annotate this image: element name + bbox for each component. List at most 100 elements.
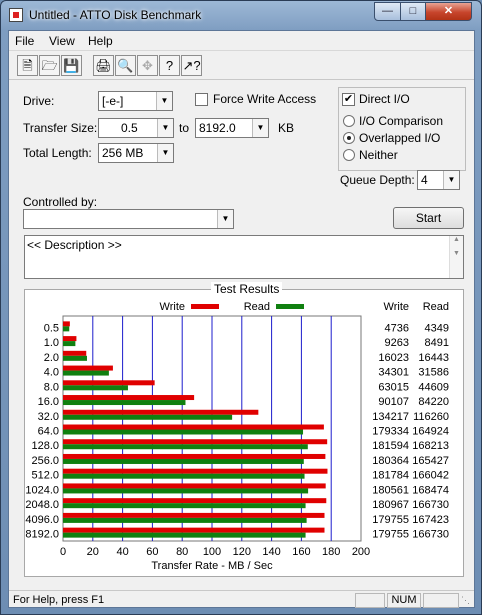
x-tick-label: 40: [116, 546, 128, 558]
write-bar: [63, 380, 155, 386]
write-value: 181784: [372, 470, 409, 482]
status-help-text: For Help, press F1: [13, 594, 105, 606]
read-bar: [63, 429, 304, 435]
overlapped-io-label: Overlapped I/O: [359, 131, 441, 145]
close-button[interactable]: ✕: [425, 2, 472, 21]
read-value: 165427: [412, 455, 449, 467]
transfer-from-select[interactable]: 0.5 ▼: [98, 118, 174, 138]
x-tick-label: 180: [322, 546, 340, 558]
help-icon[interactable]: ?: [159, 55, 180, 76]
client-area: File View Help 🗎 🗁 💾 🖨 🔍 ✥ ? ↗? Drive: […: [8, 30, 475, 608]
minimize-button[interactable]: —: [374, 2, 401, 21]
read-bar: [63, 355, 87, 361]
x-tick-label: 120: [233, 546, 251, 558]
read-value: 116260: [413, 411, 449, 423]
maximize-button[interactable]: □: [400, 2, 426, 21]
write-value: 34301: [378, 367, 409, 379]
queue-depth-select[interactable]: 4 ▼: [417, 170, 460, 190]
direct-io-checkbox[interactable]: ✔: [342, 93, 355, 106]
read-bar: [63, 326, 70, 332]
x-tick-label: 20: [87, 546, 99, 558]
test-results-panel: Test Results 0 20 40 60 80 100 120 140 160 180 200…: [24, 282, 464, 577]
new-icon[interactable]: 🗎: [17, 55, 38, 76]
chevron-down-icon: ▼: [443, 171, 459, 189]
read-bar: [63, 444, 308, 450]
io-comparison-label: I/O Comparison: [359, 114, 444, 128]
status-num: NUM: [387, 593, 421, 608]
y-tick-label: 4096.0: [25, 514, 59, 526]
read-bar: [63, 458, 304, 464]
chevron-down-icon: ▼: [157, 144, 173, 162]
controlled-by-select[interactable]: ▼: [23, 209, 234, 229]
print-icon[interactable]: 🖨: [93, 55, 114, 76]
x-tick-label: 100: [203, 546, 221, 558]
kb-label: KB: [278, 121, 295, 135]
write-value: 179334: [372, 426, 409, 438]
read-bar: [63, 414, 233, 420]
queue-depth-label: Queue Depth:: [340, 173, 415, 187]
start-button[interactable]: Start: [393, 207, 464, 229]
legend-read-label: Read: [244, 301, 270, 313]
io-comparison-radio[interactable]: [343, 115, 355, 127]
read-bar: [63, 488, 309, 494]
title-bar[interactable]: Untitled - ATTO Disk Benchmark — □ ✕: [1, 1, 481, 30]
write-value: 179755: [372, 529, 409, 541]
write-bar: [63, 483, 326, 489]
transfer-to-select[interactable]: 8192.0 ▼: [195, 118, 269, 138]
x-tick-label: 200: [352, 546, 370, 558]
y-tick-label: 1.0: [44, 337, 59, 349]
write-bar: [63, 527, 325, 533]
y-tick-label: 512.0: [31, 470, 59, 482]
description-box[interactable]: << Description >> ▲ ▼: [24, 235, 464, 279]
open-icon[interactable]: 🗁: [39, 55, 60, 76]
save-icon[interactable]: 💾: [61, 55, 82, 76]
transfer-from-value: 0.5: [121, 121, 138, 135]
write-bar: [63, 453, 326, 459]
write-value: 90107: [378, 396, 409, 408]
read-value: 44609: [418, 381, 449, 393]
drive-select[interactable]: [-e-] ▼: [98, 91, 173, 111]
overlapped-io-radio[interactable]: [343, 132, 355, 144]
status-pane-caps: [355, 593, 385, 608]
write-value: 180364: [372, 455, 409, 467]
transfer-size-label: Transfer Size:: [23, 121, 98, 135]
total-length-select[interactable]: 256 MB ▼: [98, 143, 174, 163]
write-value: 4736: [385, 322, 409, 334]
window-title: Untitled - ATTO Disk Benchmark: [29, 8, 202, 22]
transfer-to-value: 8192.0: [199, 121, 236, 135]
controlled-by-label: Controlled by:: [23, 195, 98, 209]
write-value: 181594: [372, 440, 409, 452]
total-length-label: Total Length:: [23, 146, 92, 160]
write-bar: [63, 424, 324, 430]
description-scrollbar[interactable]: ▲ ▼: [449, 236, 463, 278]
menu-view[interactable]: View: [49, 34, 75, 48]
menu-file[interactable]: File: [15, 34, 34, 48]
write-value: 63015: [378, 381, 409, 393]
force-write-checkbox[interactable]: [195, 93, 208, 106]
queue-depth-value: 4: [421, 173, 428, 187]
move-icon[interactable]: ✥: [137, 55, 158, 76]
write-value: 16023: [378, 352, 409, 364]
write-bar: [63, 409, 259, 415]
read-bar: [63, 370, 109, 376]
write-column-header: Write: [384, 301, 409, 313]
y-tick-label: 256.0: [31, 455, 59, 467]
test-results-title: Test Results: [211, 282, 283, 296]
force-write-label: Force Write Access: [213, 92, 317, 106]
menu-bar: File View Help: [9, 31, 474, 51]
x-tick-label: 60: [146, 546, 158, 558]
menu-help[interactable]: Help: [88, 34, 113, 48]
x-axis-label: Transfer Rate - MB / Sec: [151, 560, 273, 572]
write-bar: [63, 439, 328, 445]
print-preview-icon[interactable]: 🔍: [115, 55, 136, 76]
y-tick-label: 64.0: [38, 426, 59, 438]
read-bar: [63, 341, 76, 347]
resize-grip-icon[interactable]: ⋱: [461, 595, 473, 607]
chevron-down-icon: ▼: [217, 210, 233, 228]
context-help-icon[interactable]: ↗?: [181, 55, 202, 76]
y-tick-label: 16.0: [38, 396, 59, 408]
chevron-down-icon: ▼: [252, 119, 268, 137]
read-value: 168213: [412, 440, 449, 452]
read-value: 166730: [412, 499, 449, 511]
neither-radio[interactable]: [343, 149, 355, 161]
